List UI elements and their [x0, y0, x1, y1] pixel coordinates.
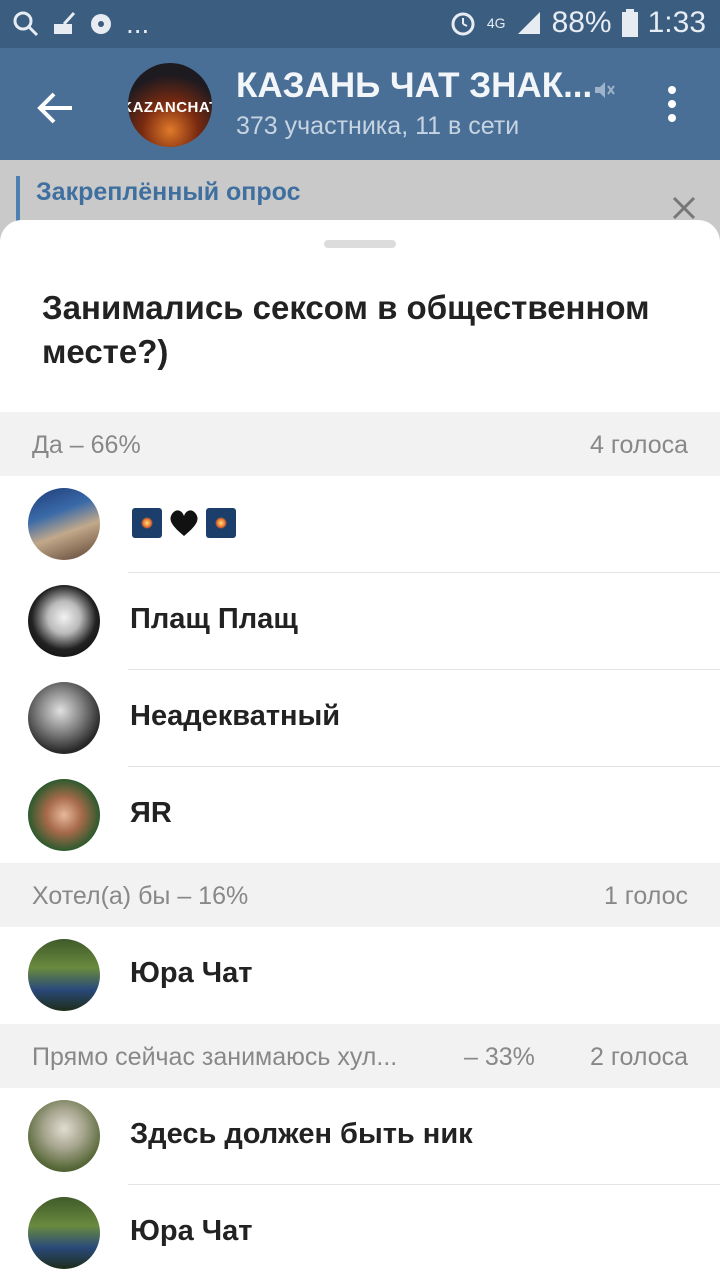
voter-name: Юра Чат [130, 1215, 253, 1247]
black-heart-icon [170, 510, 198, 536]
voter-row[interactable]: Неадекватный [0, 670, 720, 767]
arrow-back-icon [37, 92, 72, 124]
avatar [28, 1197, 100, 1269]
back-button[interactable] [28, 80, 84, 136]
voter-row[interactable]: ЯR [0, 767, 720, 864]
firework-emoji-icon [132, 508, 162, 538]
avatar [28, 939, 100, 1011]
status-bar: ... 4G 88% 1:33 [0, 0, 720, 48]
search-icon [13, 11, 39, 37]
voter-name: Юра Чат [130, 957, 253, 989]
voter-name-emoji [132, 508, 236, 538]
poll-option-header: Хотел(а) бы – 16% 1 голос [0, 863, 720, 927]
voter-name: Плащ Плащ [130, 603, 298, 635]
voter-name: Неадекватный [130, 700, 341, 732]
voter-row[interactable]: Юра Чат [0, 1185, 720, 1280]
poll-option-header: Прямо сейчас занимаюсь хул... – 33% 2 го… [0, 1024, 720, 1088]
close-icon[interactable] [670, 194, 698, 222]
chat-subtitle: 373 участника, 11 в сети [236, 112, 520, 140]
avatar [28, 1100, 100, 1172]
dot-icon [668, 114, 676, 122]
clock: 1:33 [647, 6, 706, 39]
poll-results-sheet: Занимались сексом в общественном месте?)… [0, 220, 720, 1280]
option-label: Да – 66% [32, 431, 141, 459]
voter-name: Здесь должен быть ник [130, 1118, 473, 1150]
chat-avatar-text: KAZANCHAT [128, 98, 212, 116]
voter-row[interactable]: Здесь должен быть ник [0, 1088, 720, 1185]
avatar [28, 682, 100, 754]
voter-row[interactable]: Юра Чат [0, 927, 720, 1024]
voter-name: ЯR [130, 797, 172, 829]
option-vote-count: 4 голоса [590, 431, 688, 459]
network-type: 4G [486, 15, 506, 31]
mute-icon [595, 82, 615, 98]
alarm-icon [451, 12, 475, 36]
option-percent: – 33% [464, 1043, 535, 1071]
option-label: Прямо сейчас занимаюсь хул... [32, 1043, 398, 1071]
avatar [28, 779, 100, 851]
voter-row[interactable] [0, 476, 720, 573]
disc-icon [91, 14, 111, 34]
chat-avatar[interactable]: KAZANCHAT [128, 63, 212, 147]
poll-question: Занимались сексом в общественном месте?) [42, 289, 650, 370]
poll-option-header: Да – 66% 4 голоса [0, 412, 720, 476]
status-left: ... [12, 8, 149, 40]
option-vote-count: 2 голоса [590, 1043, 688, 1071]
chat-title[interactable]: КАЗАНЬ ЧАТ ЗНАК... [236, 66, 592, 106]
signal-icon [517, 12, 540, 34]
firework-emoji-icon [206, 508, 236, 538]
battery-icon [621, 9, 638, 37]
dot-icon [668, 100, 676, 108]
chat-header: KAZANCHAT КАЗАНЬ ЧАТ ЗНАК... 373 участни… [0, 48, 720, 160]
status-more: ... [126, 8, 150, 39]
avatar [28, 488, 100, 560]
avatar [28, 585, 100, 657]
voter-row[interactable]: Плащ Плащ [0, 573, 720, 670]
option-vote-count: 1 голос [603, 882, 688, 910]
sheet-drag-handle[interactable] [324, 240, 396, 248]
pinned-title: Закреплённый опрос [36, 178, 301, 206]
dot-icon [668, 86, 676, 94]
option-label: Хотел(а) бы – 16% [32, 882, 249, 910]
battery-percent: 88% [551, 6, 612, 39]
broom-icon [54, 11, 76, 34]
status-right: 4G 88% 1:33 [449, 6, 706, 40]
more-menu-button[interactable] [656, 82, 688, 126]
